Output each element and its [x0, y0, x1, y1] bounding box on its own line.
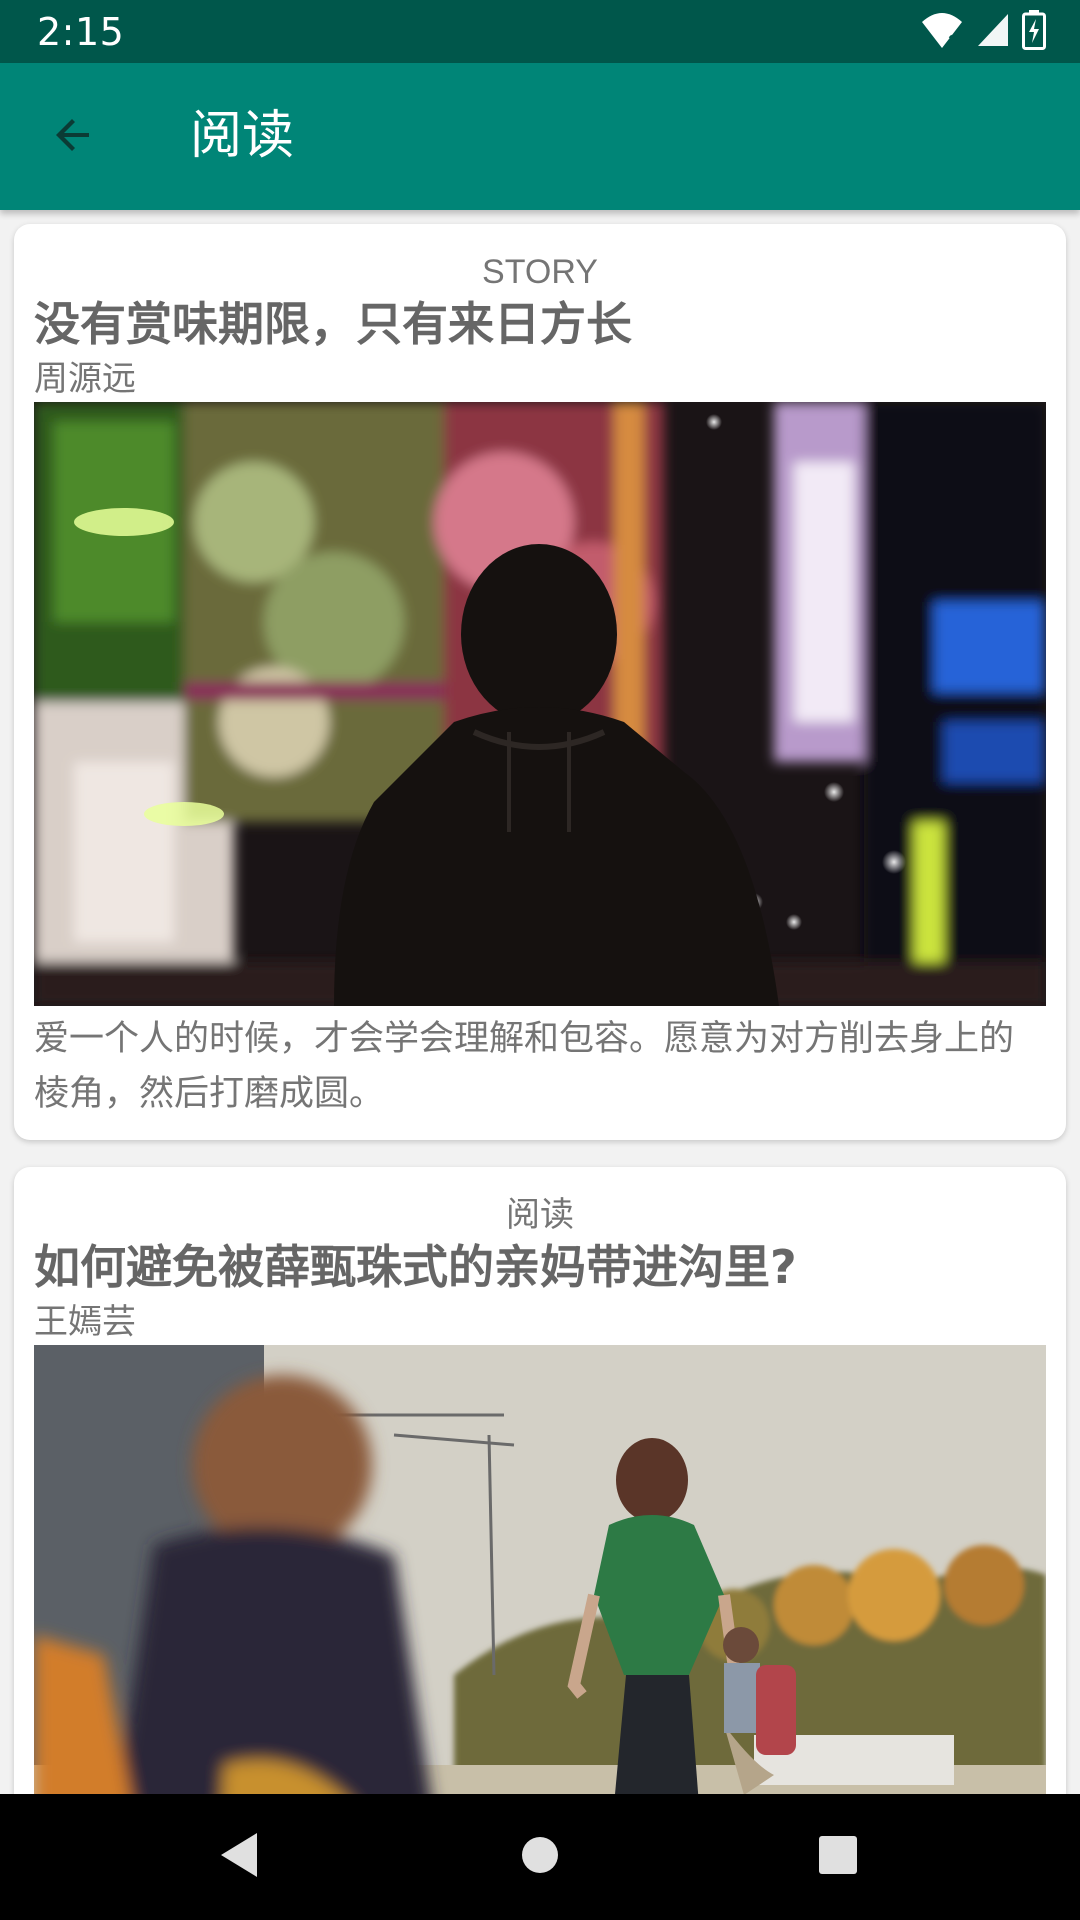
article-card[interactable]: 阅读 如何避免被薛甄珠式的亲妈带进沟里? 王嫣芸	[14, 1167, 1066, 1794]
feed-list[interactable]: STORY 没有赏味期限，只有来日方长 周源远 爱一个人的时候，才会学会理解和包…	[0, 210, 1080, 1794]
arrow-back-icon	[49, 111, 97, 163]
circle-home-icon	[520, 1835, 560, 1879]
card-image[interactable]	[34, 1345, 1046, 1794]
card-category: STORY	[482, 253, 598, 291]
page-title: 阅读	[190, 106, 295, 166]
nav-home-button[interactable]	[501, 1818, 579, 1896]
article-card[interactable]: STORY 没有赏味期限，只有来日方长 周源远 爱一个人的时候，才会学会理解和包…	[14, 224, 1066, 1140]
card-image[interactable]	[34, 402, 1046, 1006]
card-author: 王嫣芸	[34, 1302, 136, 1342]
status-time: 2:15	[37, 10, 125, 54]
card-author: 周源远	[34, 359, 136, 399]
status-icons	[920, 10, 1046, 54]
square-recents-icon	[818, 1835, 858, 1879]
card-category: 阅读	[506, 1196, 574, 1234]
battery-charging-icon	[1022, 10, 1046, 54]
nav-recents-button[interactable]	[799, 1818, 877, 1896]
status-bar: 2:15	[0, 0, 1080, 63]
nav-back-button[interactable]	[200, 1818, 278, 1896]
app-bar: 阅读	[0, 63, 1080, 210]
system-nav-bar	[0, 1794, 1080, 1920]
wifi-icon	[920, 10, 964, 54]
signal-icon	[976, 12, 1010, 52]
card-title: 没有赏味期限，只有来日方长	[34, 297, 632, 351]
card-excerpt: 爱一个人的时候，才会学会理解和包容。愿意为对方削去身上的棱角，然后打磨成圆。	[34, 1019, 1015, 1114]
card-title: 如何避免被薛甄珠式的亲妈带进沟里?	[34, 1240, 797, 1294]
back-button[interactable]	[28, 100, 118, 174]
triangle-back-icon	[217, 1831, 261, 1883]
